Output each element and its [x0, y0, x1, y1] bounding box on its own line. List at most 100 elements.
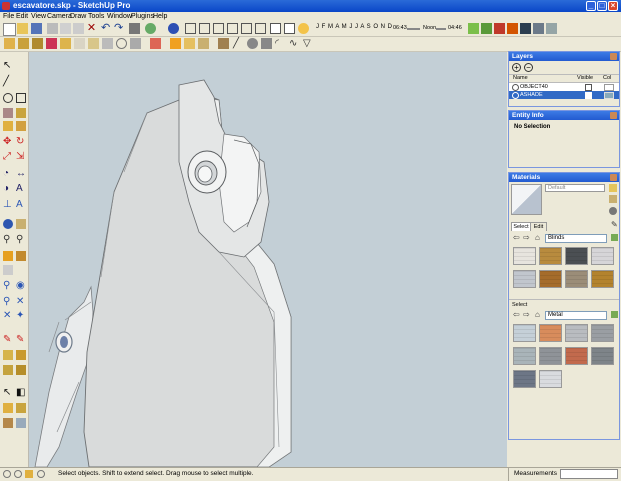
menu-window[interactable]: Window	[107, 13, 132, 20]
freehand-icon[interactable]: ∿	[289, 38, 300, 49]
section-cut-icon[interactable]: ✕	[3, 311, 13, 321]
style-textures-icon[interactable]	[533, 23, 544, 34]
sample-paint-icon[interactable]	[609, 195, 617, 203]
zoom-tool-icon[interactable]: ⚲	[3, 235, 13, 245]
style-wireframe-icon[interactable]	[494, 23, 505, 34]
layer-visible-checkbox[interactable]	[585, 84, 592, 91]
menu-help[interactable]: Help	[153, 13, 167, 20]
follow-me-tool-icon[interactable]	[16, 121, 26, 131]
material-swatch[interactable]	[513, 247, 536, 265]
material-swatch[interactable]	[565, 347, 588, 365]
walk-tool-icon[interactable]: ⚲	[3, 281, 13, 291]
zoom-icon[interactable]	[150, 38, 161, 49]
material-swatch[interactable]	[539, 370, 562, 388]
material-swatch[interactable]	[565, 247, 588, 265]
home-icon[interactable]	[255, 23, 266, 34]
redo-icon[interactable]: ↷	[114, 23, 125, 34]
tape-tool-icon[interactable]: ◔	[3, 169, 13, 179]
style-xray-icon[interactable]	[468, 23, 479, 34]
google-earth-icon[interactable]	[3, 418, 13, 428]
cut-icon[interactable]	[47, 23, 58, 34]
maximize-button[interactable]: □	[597, 1, 607, 11]
photo-textures-icon[interactable]	[16, 418, 26, 428]
details-icon[interactable]	[611, 234, 618, 241]
eyedropper-icon[interactable]: ✎	[611, 221, 619, 229]
tab-select[interactable]: Select	[511, 222, 531, 231]
back-arrow-icon[interactable]: ⇦	[513, 234, 520, 242]
back-view-icon[interactable]	[227, 23, 238, 34]
top-view-icon[interactable]	[185, 23, 196, 34]
collection-dropdown-2[interactable]: Metal	[545, 311, 607, 320]
layer-row[interactable]: OBJECT40	[509, 83, 619, 91]
material-swatch[interactable]	[539, 347, 562, 365]
front-view-icon[interactable]	[199, 23, 210, 34]
shadows-icon[interactable]	[270, 23, 281, 34]
menu-plugins[interactable]: Plugins	[131, 13, 154, 20]
create-material-icon[interactable]	[609, 184, 617, 192]
style-hidden-line-icon[interactable]	[507, 23, 518, 34]
pan-tool-icon[interactable]	[16, 219, 26, 229]
line-icon[interactable]: ╱	[233, 38, 244, 49]
section-fill-icon[interactable]: ✦	[16, 311, 26, 321]
menu-tools[interactable]: Tools	[88, 13, 104, 20]
zoom-window-icon[interactable]: ⚲	[16, 235, 26, 245]
open-folder-icon[interactable]	[17, 23, 28, 34]
add-layer-icon[interactable]: +	[512, 63, 521, 72]
back-arrow-icon[interactable]: ⇦	[513, 311, 520, 319]
text-tool-icon[interactable]: A	[16, 184, 26, 194]
pencil-line-icon[interactable]: ╱	[3, 77, 13, 87]
menu-edit[interactable]: Edit	[16, 13, 28, 20]
close-button[interactable]: ×	[608, 1, 618, 11]
left-view-icon[interactable]	[241, 23, 252, 34]
rotate-icon[interactable]	[74, 38, 85, 49]
sun-icon[interactable]	[298, 23, 309, 34]
make-component-tool-icon[interactable]	[3, 108, 13, 118]
rotate-tool-icon[interactable]: ↻	[16, 137, 26, 147]
offset-tool-icon[interactable]: ⇲	[16, 152, 26, 162]
layer-color-swatch[interactable]	[604, 84, 614, 91]
zoom-extents-icon[interactable]	[3, 251, 13, 261]
arc-tool-icon[interactable]	[16, 93, 26, 103]
geo-location-icon[interactable]	[3, 470, 11, 478]
eraser-icon[interactable]	[32, 38, 43, 49]
help-icon[interactable]	[37, 470, 45, 478]
flip-edge-icon[interactable]: ↖	[3, 388, 13, 398]
style-back-edges-icon[interactable]	[481, 23, 492, 34]
menu-draw[interactable]: Draw	[70, 13, 86, 20]
menu-view[interactable]: View	[31, 13, 46, 20]
axes-tool-icon[interactable]: ⊥	[3, 200, 13, 210]
measurements-input[interactable]	[560, 469, 618, 479]
minimize-button[interactable]: _	[586, 1, 596, 11]
look-around-icon[interactable]: ◉	[16, 281, 26, 291]
paint-tool-icon[interactable]	[16, 108, 26, 118]
style-monochrome-icon[interactable]	[546, 23, 557, 34]
position-camera-icon[interactable]	[3, 265, 13, 275]
material-swatch[interactable]	[591, 347, 614, 365]
add-detail-icon[interactable]	[16, 365, 26, 375]
layer-row-selected[interactable]: ASHADE	[509, 91, 619, 99]
material-swatch[interactable]	[565, 324, 588, 342]
new-file-icon[interactable]	[3, 23, 16, 36]
layer-active-radio[interactable]	[512, 92, 519, 99]
erase-icon[interactable]: ✕	[86, 23, 97, 34]
material-name-field[interactable]: Default	[545, 184, 605, 192]
section-plane-icon[interactable]: ⚲	[3, 297, 13, 307]
smoove-icon[interactable]	[3, 350, 13, 360]
copy-icon[interactable]	[60, 23, 71, 34]
iso-view-icon[interactable]	[168, 23, 179, 34]
tape-measure-icon[interactable]	[46, 38, 57, 49]
dimension-tool-icon[interactable]: ↔	[16, 169, 26, 179]
fog-icon[interactable]	[284, 23, 295, 34]
circle-icon[interactable]	[247, 38, 258, 49]
arc-icon[interactable]: ◜	[275, 38, 286, 49]
offset-icon[interactable]	[102, 38, 113, 49]
material-swatch[interactable]	[539, 270, 562, 288]
menu-file[interactable]: File	[3, 13, 14, 20]
polygon-icon[interactable]	[261, 38, 272, 49]
material-swatch[interactable]	[513, 370, 536, 388]
stamp-icon[interactable]	[16, 350, 26, 360]
layers-col-visible[interactable]: Visible	[577, 75, 593, 82]
right-view-icon[interactable]	[213, 23, 224, 34]
rectangle-icon[interactable]	[218, 38, 229, 49]
print-icon[interactable]	[129, 23, 140, 34]
